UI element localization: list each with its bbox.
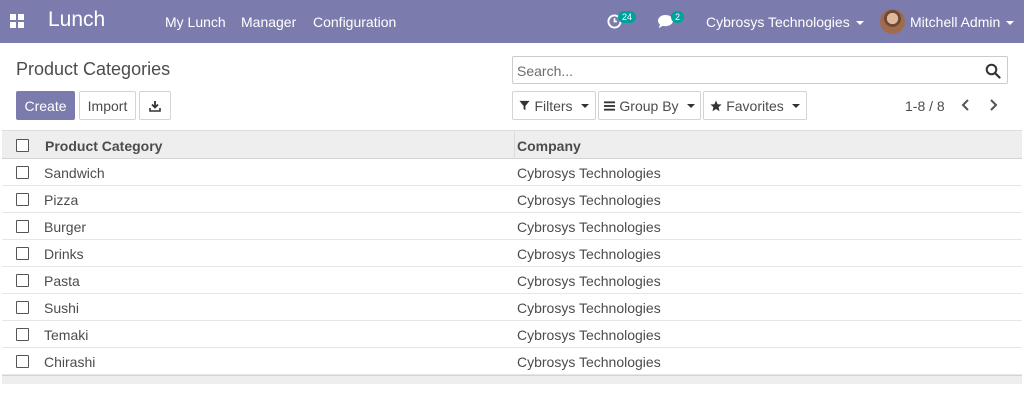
row-checkbox[interactable] (16, 328, 29, 341)
cell-company: Cybrosys Technologies (517, 327, 661, 343)
group-by-button[interactable]: Group By (598, 91, 701, 120)
create-button[interactable]: Create (16, 91, 75, 120)
column-divider (514, 131, 515, 159)
column-header-company[interactable]: Company (517, 138, 581, 154)
table-row[interactable]: Chirashi Cybrosys Technologies (2, 348, 1022, 375)
cell-company: Cybrosys Technologies (517, 165, 661, 181)
apps-grid-icon[interactable] (10, 14, 24, 28)
avatar[interactable] (880, 9, 905, 34)
row-checkbox[interactable] (16, 220, 29, 233)
messages-menu[interactable]: 2 (656, 0, 690, 43)
search-input[interactable] (517, 61, 977, 81)
cell-product-category: Temaki (44, 327, 89, 343)
table-footer (2, 375, 1022, 384)
company-name: Cybrosys Technologies (706, 14, 850, 30)
select-all-checkbox[interactable] (16, 139, 29, 152)
chevron-right-icon[interactable] (986, 98, 1000, 112)
download-button[interactable] (139, 91, 171, 120)
table-row[interactable]: Sandwich Cybrosys Technologies (2, 159, 1022, 186)
cell-product-category: Sushi (44, 300, 80, 316)
favorites-button[interactable]: Favorites (703, 91, 807, 120)
cell-product-category: Pizza (44, 192, 79, 208)
row-checkbox[interactable] (16, 355, 29, 368)
table-row[interactable]: Pasta Cybrosys Technologies (2, 267, 1022, 294)
filter-icon (519, 100, 530, 111)
column-header-product-category[interactable]: Product Category (45, 138, 162, 154)
table-row[interactable]: Sushi Cybrosys Technologies (2, 294, 1022, 321)
activity-count-badge: 24 (618, 11, 637, 23)
app-name[interactable]: Lunch (48, 8, 105, 32)
import-button[interactable]: Import (79, 91, 136, 120)
favorites-label: Favorites (726, 97, 784, 114)
row-checkbox[interactable] (16, 193, 29, 206)
row-checkbox[interactable] (16, 166, 29, 179)
chevron-down-icon (855, 21, 864, 26)
cell-product-category: Burger (44, 219, 87, 235)
pager-value[interactable]: 1-8 / 8 (905, 98, 945, 114)
activity-menu[interactable]: 24 (605, 0, 645, 43)
filters-label: Filters (534, 97, 573, 114)
top-navbar: Lunch My Lunch Manager Configuration 24 … (0, 0, 1024, 43)
cell-company: Cybrosys Technologies (517, 300, 661, 316)
row-checkbox[interactable] (16, 274, 29, 287)
cell-product-category: Drinks (44, 246, 84, 262)
cell-product-category: Pasta (44, 273, 80, 289)
chevron-down-icon (1006, 21, 1015, 26)
cell-company: Cybrosys Technologies (517, 273, 661, 289)
row-checkbox[interactable] (16, 247, 29, 260)
cell-company: Cybrosys Technologies (517, 354, 661, 370)
menu-my-lunch[interactable]: My Lunch (165, 14, 226, 30)
table-row[interactable]: Pizza Cybrosys Technologies (2, 186, 1022, 213)
table-row[interactable]: Burger Cybrosys Technologies (2, 213, 1022, 240)
list-icon (604, 100, 616, 111)
cell-product-category: Chirashi (44, 354, 96, 370)
cell-company: Cybrosys Technologies (517, 192, 661, 208)
table-body: Sandwich Cybrosys Technologies Pizza Cybros… (2, 159, 1022, 375)
table-header: Product Category Company (2, 130, 1022, 159)
row-checkbox[interactable] (16, 301, 29, 314)
chevron-left-icon[interactable] (959, 98, 973, 112)
user-name: Mitchell Admin (910, 14, 1001, 30)
chevron-down-icon (791, 103, 800, 108)
list-view-table: Product Category Company Sandwich Cybrosy… (2, 130, 1022, 384)
chevron-down-icon (580, 103, 589, 108)
message-count-badge: 2 (671, 11, 685, 23)
group-by-label: Group By (619, 97, 679, 114)
search-icon[interactable] (985, 63, 1001, 79)
menu-configuration[interactable]: Configuration (313, 14, 396, 30)
page-title: Product Categories (16, 59, 171, 79)
cell-product-category: Sandwich (44, 165, 105, 181)
table-row[interactable]: Temaki Cybrosys Technologies (2, 321, 1022, 348)
menu-manager[interactable]: Manager (241, 14, 296, 30)
star-icon (710, 100, 722, 111)
table-row[interactable]: Drinks Cybrosys Technologies (2, 240, 1022, 267)
company-switcher[interactable]: Cybrosys Technologies (706, 14, 864, 30)
download-icon (149, 100, 161, 112)
cell-company: Cybrosys Technologies (517, 219, 661, 235)
cell-company: Cybrosys Technologies (517, 246, 661, 262)
search-box[interactable] (512, 56, 1008, 84)
chevron-down-icon (686, 103, 695, 108)
user-menu[interactable]: Mitchell Admin (910, 14, 1015, 30)
filters-button[interactable]: Filters (512, 91, 596, 120)
